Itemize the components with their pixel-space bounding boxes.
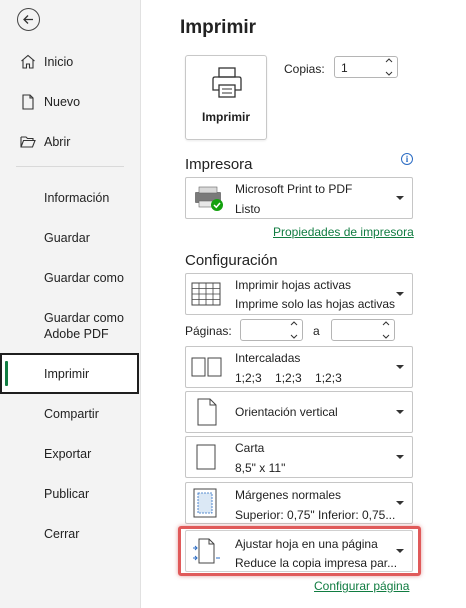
margins-title: Márgenes normales [235,488,342,502]
sidebar-item-informacion[interactable]: Información [0,180,141,216]
paper-size-dropdown[interactable]: Carta 8,5" x 11" [185,436,413,478]
chevron-down-icon[interactable] [382,334,390,339]
sidebar-item-guardar-como-adobe-pdf[interactable]: Guardar como Adobe PDF [0,304,141,348]
copies-label: Copias: [284,62,325,76]
dropdown-caret-icon [396,365,404,369]
dropdown-caret-icon [396,292,404,296]
sidebar-item-label: Información [44,191,110,205]
sidebar-item-cerrar[interactable]: Cerrar [0,516,141,552]
sidebar-item-imprimir[interactable]: Imprimir [0,353,139,394]
chevron-up-icon[interactable] [382,321,390,326]
back-button[interactable] [17,8,40,31]
copies-value: 1 [341,61,348,75]
dropdown-caret-icon [396,196,404,200]
print-button-label: Imprimir [201,110,250,124]
backstage-sidebar: Inicio Nuevo Abrir Información Guardar G… [0,0,141,608]
printer-ready-icon [195,186,223,211]
sidebar-item-nuevo[interactable]: Nuevo [0,84,141,120]
pages-label: Páginas: [185,324,232,338]
printer-heading: Impresora [185,156,253,173]
back-arrow-icon [23,15,33,24]
paper-size-icon [196,444,216,470]
config-heading: Configuración [185,252,278,269]
print-scope-title: Imprimir hojas activas [235,278,352,292]
scaling-highlight-box [178,526,421,576]
printer-name: Microsoft Print to PDF [235,182,353,196]
portrait-orientation-icon [197,398,217,426]
orientation-dropdown[interactable]: Orientación vertical [185,391,413,433]
open-folder-icon [20,136,36,148]
home-icon [21,54,35,69]
printer-icon [212,67,242,98]
pages-from-input[interactable] [240,319,303,341]
margins-icon [193,488,217,518]
paper-size-title: Carta [235,441,265,455]
margins-subtitle: Superior: 0,75" Inferior: 0,75... [235,508,396,522]
sidebar-item-guardar-como[interactable]: Guardar como [0,260,141,296]
collation-dropdown[interactable]: Intercaladas 1;2;3 1;2;3 1;2;3 [185,346,413,388]
sidebar-item-abrir[interactable]: Abrir [0,124,141,160]
info-icon[interactable]: i [401,153,413,165]
margins-dropdown[interactable]: Márgenes normales Superior: 0,75" Inferi… [185,482,413,524]
chevron-down-icon[interactable] [290,334,298,339]
sidebar-item-exportar[interactable]: Exportar [0,436,141,472]
collation-title: Intercaladas [235,351,301,365]
printer-properties-link[interactable]: Propiedades de impresora [273,225,414,239]
print-scope-dropdown[interactable]: Imprimir hojas activas Imprime solo las … [185,273,413,315]
sidebar-item-label: Guardar como Adobe PDF [44,311,124,341]
collation-subtitle: 1;2;3 1;2;3 1;2;3 [235,371,342,385]
sidebar-item-guardar[interactable]: Guardar [0,220,141,256]
sidebar-item-publicar[interactable]: Publicar [0,476,141,512]
sidebar-item-label: Guardar [44,231,90,245]
sidebar-item-label: Abrir [44,135,71,149]
sidebar-item-label: Compartir [44,407,99,421]
sidebar-item-label: Publicar [44,487,90,501]
sidebar-item-label: Cerrar [44,527,80,541]
worksheet-grid-icon [191,282,221,306]
sidebar-divider [16,166,124,167]
collated-pages-icon [191,357,222,377]
sidebar-item-label: Guardar como [44,271,124,285]
sidebar-item-label: Exportar [44,447,92,461]
chevron-up-icon[interactable] [290,321,298,326]
sidebar-item-inicio[interactable]: Inicio [0,44,141,80]
pages-to-input[interactable] [331,319,395,341]
pages-to-label: a [313,324,320,338]
sidebar-item-compartir[interactable]: Compartir [0,396,141,432]
orientation-title: Orientación vertical [235,405,338,419]
dropdown-caret-icon [396,455,404,459]
printer-status: Listo [235,202,261,216]
dropdown-caret-icon [396,410,404,414]
copies-stepper[interactable]: 1 [334,56,398,78]
dropdown-caret-icon [396,501,404,505]
chevron-down-icon[interactable] [385,71,393,76]
print-button[interactable]: Imprimir [185,55,267,140]
sidebar-item-label: Inicio [44,55,74,69]
sidebar-item-label: Imprimir [44,366,90,381]
new-document-icon [22,94,34,110]
printer-dropdown[interactable]: Microsoft Print to PDF Listo [185,177,413,219]
page-setup-link[interactable]: Configurar página [314,579,409,593]
sidebar-item-label: Nuevo [44,95,81,109]
print-scope-subtitle: Imprime solo las hojas activas [235,297,396,311]
chevron-up-icon[interactable] [385,58,393,63]
page-title: Imprimir [180,17,257,38]
paper-size-subtitle: 8,5" x 11" [235,461,286,475]
